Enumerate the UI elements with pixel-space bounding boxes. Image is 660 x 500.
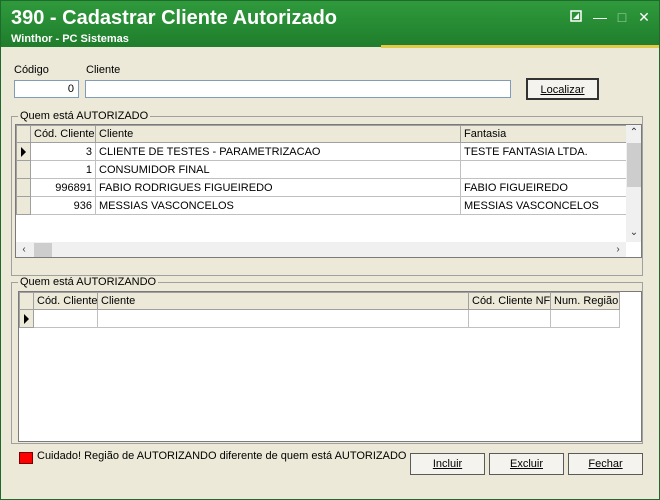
table-row[interactable] [19,309,620,328]
col-cliente[interactable]: Cliente [95,125,461,143]
codigo-label: Código [14,64,49,76]
col-cliente[interactable]: Cliente [97,292,469,310]
cell-cliente[interactable]: CONSUMIDOR FINAL [95,160,461,179]
fechar-button[interactable]: Fechar [568,453,643,475]
scroll-right-icon[interactable]: › [610,242,626,257]
scroll-left-icon[interactable]: ‹ [16,242,32,257]
table-row[interactable]: 996891 FABIO RODRIGUES FIGUEIREDO FABIO … [16,178,629,197]
cell-fantasia[interactable]: MESSIAS VASCONCELOS [460,196,629,215]
codigo-input[interactable]: 0 [14,80,79,98]
col-cod-cliente-nf[interactable]: Cód. Cliente NF [468,292,551,310]
warning-text: Cuidado! Região de AUTORIZANDO diferente… [37,450,407,462]
excluir-button[interactable]: Excluir [489,453,564,475]
cell-fantasia[interactable] [460,160,629,179]
window-title: 390 - Cadastrar Cliente Autorizado [11,7,338,29]
app-window: 390 - Cadastrar Cliente Autorizado Winth… [0,0,660,500]
autorizando-group-title: Quem está AUTORIZANDO [18,276,159,288]
autorizado-vertical-scrollbar[interactable]: ⌃ ⌄ [626,125,641,242]
col-fantasia[interactable]: Fantasia [460,125,629,143]
cell-cliente[interactable]: FABIO RODRIGUES FIGUEIREDO [95,178,461,197]
minimize-icon[interactable]: — [591,9,609,25]
form-content: Código 0 Cliente Localizar Quem está AUT… [1,48,659,499]
autorizado-group-title: Quem está AUTORIZADO [18,110,151,122]
maximize-icon[interactable]: □ [613,9,631,25]
cliente-input[interactable] [85,80,511,98]
table-row[interactable]: 3 CLIENTE DE TESTES - PARAMETRIZACAO TES… [16,142,629,161]
cell-num-regiao[interactable] [550,309,620,328]
row-pointer-icon [21,146,26,157]
scroll-down-icon[interactable]: ⌄ [626,225,641,241]
cell-cliente[interactable]: MESSIAS VASCONCELOS [95,196,461,215]
cell-cliente[interactable]: CLIENTE DE TESTES - PARAMETRIZACAO [95,142,461,161]
autorizando-table: Cód. Cliente Cliente Cód. Cliente NF Num… [19,292,620,328]
table-row[interactable]: 936 MESSIAS VASCONCELOS MESSIAS VASCONCE… [16,196,629,215]
window-subtitle: Winthor - PC Sistemas [11,33,129,45]
horizontal-scroll-thumb[interactable] [34,243,52,257]
title-bar[interactable]: 390 - Cadastrar Cliente Autorizado Winth… [1,1,659,48]
col-num-regiao[interactable]: Num. Região [550,292,620,310]
cell-cliente[interactable] [97,309,469,328]
cell-cod[interactable]: 996891 [30,178,96,197]
current-row-indicator [16,142,31,161]
table-row[interactable]: 1 CONSUMIDOR FINAL [16,160,629,179]
cell-fantasia[interactable]: FABIO FIGUEIREDO [460,178,629,197]
row-pointer-icon [24,313,29,324]
autorizado-header-row: Cód. Cliente Cliente Fantasia [16,125,629,143]
cell-cod[interactable]: 3 [30,142,96,161]
localizar-button[interactable]: Localizar [526,78,599,100]
vertical-scroll-thumb[interactable] [627,143,641,187]
col-cod-cliente[interactable]: Cód. Cliente [33,292,98,310]
col-cod-cliente[interactable]: Cód. Cliente [30,125,96,143]
cell-cod[interactable] [33,309,98,328]
close-icon[interactable]: ✕ [635,9,653,25]
cliente-label: Cliente [86,64,121,76]
incluir-button[interactable]: Incluir [410,453,485,475]
cell-cod[interactable]: 1 [30,160,96,179]
cell-cod-nf[interactable] [468,309,551,328]
autorizando-header-row: Cód. Cliente Cliente Cód. Cliente NF Num… [19,292,620,310]
autorizando-grid: Cód. Cliente Cliente Cód. Cliente NF Num… [18,291,642,442]
restore-icon[interactable] [567,9,585,25]
warning-color-swatch [19,452,33,464]
autorizado-grid: Cód. Cliente Cliente Fantasia 3 CLIENTE … [15,124,642,258]
cell-fantasia[interactable]: TESTE FANTASIA LTDA. [460,142,629,161]
scroll-up-icon[interactable]: ⌃ [626,125,641,141]
autorizado-table: Cód. Cliente Cliente Fantasia 3 CLIENTE … [16,125,629,215]
autorizado-horizontal-scrollbar[interactable]: ‹ › [16,242,626,257]
cell-cod[interactable]: 936 [30,196,96,215]
current-row-indicator [19,309,34,328]
